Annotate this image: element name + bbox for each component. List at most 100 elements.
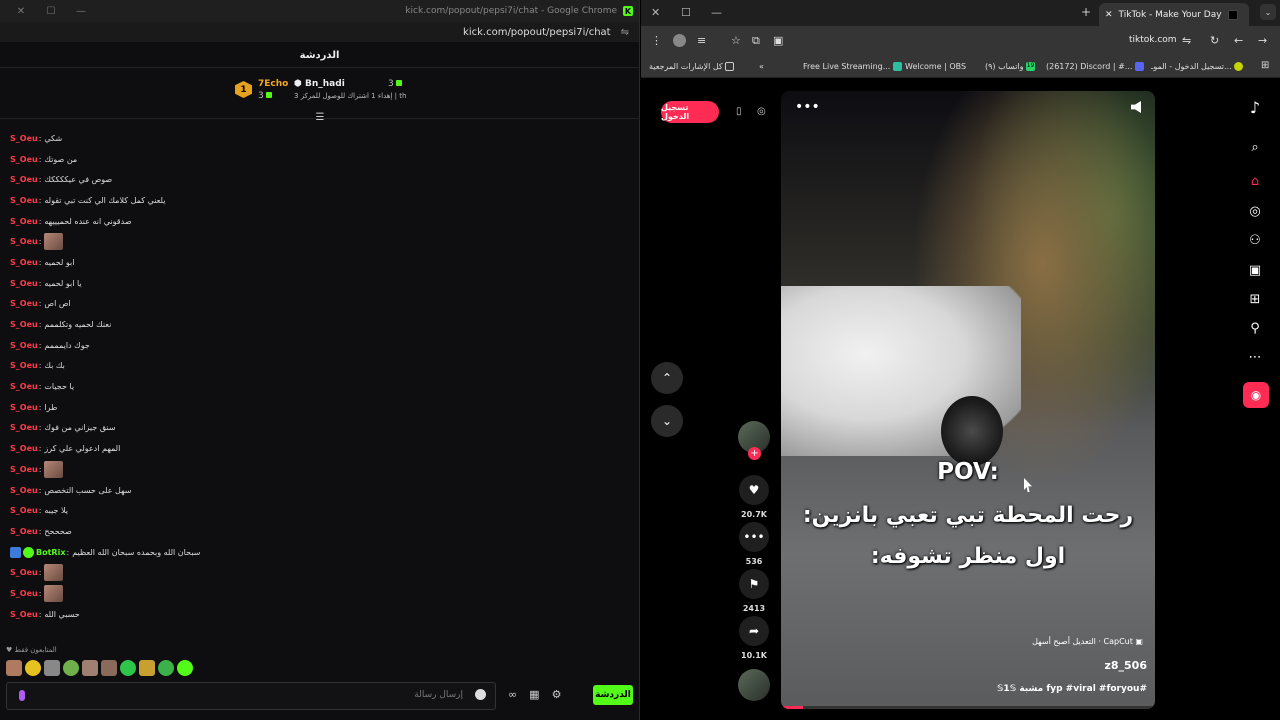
following-icon[interactable]: ⚇ [1243, 228, 1267, 252]
chat-username[interactable]: S_Oeu [10, 610, 38, 619]
tab-search-icon[interactable]: ⌄ [1260, 4, 1276, 20]
compass-icon[interactable]: ◎ [757, 106, 766, 117]
chat-username[interactable]: S_Oeu [10, 423, 38, 432]
chat-username[interactable]: S_Oeu [10, 403, 38, 412]
chat-username[interactable]: S_Oeu [10, 196, 38, 205]
screenshot-icon[interactable]: ▣ [773, 34, 783, 47]
tab-tiktok[interactable]: ✕ TikTok - Make Your Day [1099, 3, 1249, 26]
chat-username[interactable]: S_Oeu [10, 527, 38, 536]
reading-list-icon[interactable]: ≡ [697, 34, 706, 47]
url-text[interactable]: kick.com/popout/pepsi7i/chat [463, 27, 611, 38]
chat-username[interactable]: S_Oeu [10, 444, 38, 453]
share-button[interactable]: ➦ [739, 616, 769, 646]
profile-icon[interactable]: ⚲ [1243, 316, 1267, 340]
gifter-name[interactable]: ⬢ Bn_hadi [294, 79, 345, 89]
chat-username[interactable]: S_Oeu [10, 506, 38, 515]
site-settings-icon[interactable]: ⇋ [1182, 34, 1191, 47]
chat-username[interactable]: S_Oeu [10, 320, 38, 329]
forward-icon[interactable]: → [1258, 34, 1267, 47]
emote-icon[interactable] [63, 660, 79, 676]
site-settings-icon[interactable]: ⇋ [621, 27, 629, 38]
emote-icon[interactable] [158, 660, 174, 676]
video-player[interactable]: ••• POV: رحت المحطة تبي تعبي بانزين: اول… [781, 91, 1155, 709]
like-button[interactable]: ♥ [739, 475, 769, 505]
video-author[interactable]: z8_506 [1104, 659, 1147, 672]
next-video-button[interactable]: ⌄ [651, 405, 683, 437]
previous-video-button[interactable]: ⌃ [651, 362, 683, 394]
close-icon[interactable]: ✕ [6, 6, 36, 17]
save-button[interactable]: ⚑ [739, 569, 769, 599]
capcut-label[interactable]: ▣ CapCut · التعديل أصبح أسهل [1032, 637, 1143, 646]
emoji-picker-icon[interactable] [475, 689, 486, 700]
menu-dots-icon[interactable]: ⋮ [651, 34, 662, 47]
chat-emote-icon[interactable] [44, 233, 64, 251]
bookmark-item[interactable]: (26172) Discord | #... [1046, 62, 1147, 71]
close-icon[interactable]: ✕ [651, 6, 660, 19]
gear-icon[interactable]: ⚙ [552, 688, 562, 701]
tab-close-icon[interactable]: ✕ [1105, 10, 1113, 20]
bookmark-item[interactable]: واتساب (٩) 19 [985, 62, 1038, 71]
reload-icon[interactable]: ↻ [1210, 34, 1219, 47]
install-app-icon[interactable]: ⧉ [752, 34, 760, 48]
chat-username[interactable]: S_Oeu [10, 279, 38, 288]
infinity-icon[interactable]: ∞ [508, 688, 517, 701]
explore-icon[interactable]: ◎ [1243, 199, 1267, 223]
back-icon[interactable]: ← [1234, 34, 1243, 47]
minimize-icon[interactable]: — [66, 6, 96, 17]
emote-icon[interactable] [120, 660, 136, 676]
bookmark-all[interactable]: كل الإشارات المرجعية [649, 62, 737, 71]
upload-icon[interactable]: ⊞ [1243, 287, 1267, 311]
minimize-icon[interactable]: — [711, 6, 722, 19]
bookmarks-overflow-icon[interactable]: « [759, 62, 764, 71]
chat-username[interactable]: S_Oeu [10, 175, 38, 184]
profile-avatar-icon[interactable] [673, 34, 686, 47]
phone-icon[interactable]: ▯ [736, 106, 742, 117]
chat-username[interactable]: BotRix [36, 548, 65, 557]
bookmark-star-icon[interactable]: ☆ [731, 34, 741, 47]
address-bar[interactable]: tiktok.com [1129, 35, 1177, 45]
chat-username[interactable]: S_Oeu [10, 361, 38, 370]
tiktok-logo-icon[interactable]: ♪ [1243, 95, 1267, 119]
chat-username[interactable]: S_Oeu [10, 237, 38, 246]
chat-emote-icon[interactable] [44, 584, 64, 602]
chat-username[interactable]: S_Oeu [10, 217, 38, 226]
emote-icon[interactable] [44, 660, 60, 676]
chat-username[interactable]: S_Oeu [10, 155, 38, 164]
creator-avatar[interactable]: + [738, 421, 770, 460]
emote-icon[interactable] [101, 660, 117, 676]
more-options-icon[interactable]: ••• [795, 99, 820, 115]
store-icon[interactable]: ▦ [529, 688, 539, 701]
apps-grid-icon[interactable]: ⊞ [1261, 60, 1269, 71]
bookmark-item[interactable]: Welcome | OBS [905, 62, 966, 71]
emote-icon[interactable] [6, 660, 22, 676]
login-button[interactable]: تسجيل الدخول [661, 101, 719, 123]
comment-button[interactable]: ••• [739, 522, 769, 552]
emote-icon[interactable] [25, 660, 41, 676]
live-tv-icon[interactable]: ▣ [1243, 258, 1267, 282]
emote-icon[interactable] [139, 660, 155, 676]
more-icon[interactable]: ⋯ [1243, 345, 1267, 369]
chat-emote-icon[interactable] [44, 460, 64, 478]
video-progress-bar[interactable] [781, 706, 1155, 709]
send-chat-button[interactable]: الدردشة [593, 685, 633, 705]
chat-input[interactable]: إرسال رسالة [6, 682, 496, 710]
chat-username[interactable]: S_Oeu [10, 341, 38, 350]
new-tab-icon[interactable]: + [1081, 5, 1091, 19]
bookmark-item[interactable]: تسجيل الدخول - الموـ... [1151, 62, 1246, 71]
bookmark-item[interactable]: Free Live Streaming... [803, 62, 905, 71]
maximize-icon[interactable]: ☐ [36, 6, 66, 17]
maximize-icon[interactable]: ☐ [681, 6, 691, 19]
emote-icon[interactable] [177, 660, 193, 676]
emote-icon[interactable] [82, 660, 98, 676]
chat-username[interactable]: S_Oeu [10, 258, 38, 267]
chat-username[interactable]: S_Oeu [10, 465, 38, 474]
chat-username[interactable]: S_Oeu [10, 486, 38, 495]
gifter-name[interactable]: 7Echo [258, 79, 288, 89]
follow-plus-icon[interactable]: + [748, 447, 761, 460]
chat-username[interactable]: S_Oeu [10, 299, 38, 308]
volume-icon[interactable] [1131, 101, 1141, 113]
chat-username[interactable]: S_Oeu [10, 568, 38, 577]
chat-username[interactable]: S_Oeu [10, 589, 38, 598]
sound-avatar[interactable] [738, 669, 770, 701]
home-icon[interactable]: ⌂ [1243, 169, 1267, 193]
